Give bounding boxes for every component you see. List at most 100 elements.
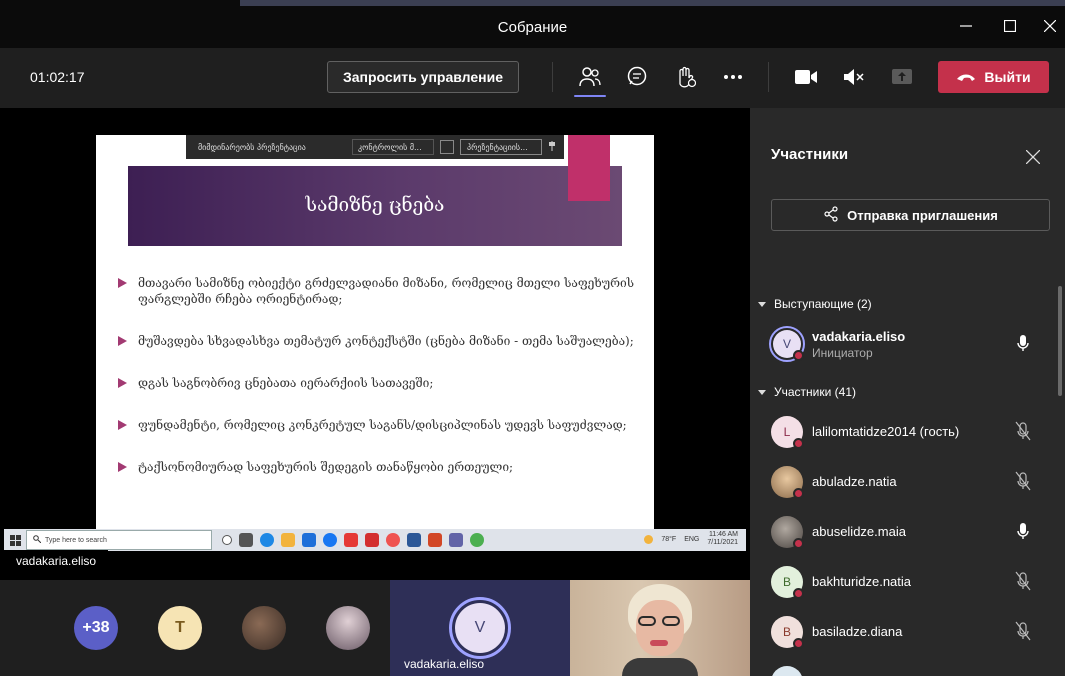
participants-icon[interactable] xyxy=(576,64,604,90)
bullet-item: დგას საგნობრივ ცნებათა იერარქიის სათავეშ… xyxy=(116,375,634,391)
reactions-icon[interactable] xyxy=(671,64,699,90)
slide-title: სამიზნე ცნება xyxy=(305,194,445,216)
taskbar-search: Type here to search xyxy=(26,530,212,550)
mic-muted-icon xyxy=(1015,621,1033,641)
hangup-icon xyxy=(956,69,976,85)
attendees-header-label: Участники (41) xyxy=(774,385,857,399)
participant-avatar-t: T xyxy=(158,606,202,650)
teams-icon xyxy=(449,533,463,547)
attendees-section-header[interactable]: Участники (41) xyxy=(758,385,856,399)
control-select[interactable]: კონტროლის მ... xyxy=(352,139,434,155)
chrome-icon xyxy=(470,533,484,547)
youtube-icon xyxy=(344,533,358,547)
speaker-muted-icon[interactable] xyxy=(840,64,868,90)
active-speaker-avatar: V xyxy=(455,603,505,653)
panel-title: Участники xyxy=(771,146,849,163)
participant-name: abuselidze.maia xyxy=(812,524,906,539)
status-badge xyxy=(793,488,804,499)
share-invite-button[interactable]: Отправка приглашения xyxy=(771,199,1050,231)
store-icon xyxy=(302,533,316,547)
stop-presenting-button[interactable]: პრეზენტაციის... xyxy=(460,139,542,155)
maximize-icon[interactable] xyxy=(998,14,1022,38)
task-view-icon xyxy=(239,533,253,547)
remote-taskbar: Type here to search 78°F ENG 11:46 AM 7/… xyxy=(4,529,746,551)
participant-role: Инициатор xyxy=(812,346,873,360)
active-speaker-name: vadakaria.eliso xyxy=(404,657,485,671)
pin-icon[interactable] xyxy=(548,141,556,153)
more-actions-icon[interactable] xyxy=(719,64,747,90)
bullet-item: მუშავდება სხვადასხვა თემატურ კონტექსტში … xyxy=(116,333,634,349)
participant-row[interactable]: abuselidze.maia xyxy=(750,508,1065,556)
close-window-icon[interactable] xyxy=(1038,14,1062,38)
presenter-name-tag: vadakaria.eliso xyxy=(4,550,109,574)
toolbar-divider xyxy=(552,62,553,92)
search-icon xyxy=(33,535,42,545)
slide-bullets: მთავარი სამიზნე ობიექტი გრძელვადიანი მიზ… xyxy=(116,275,634,475)
participant-row[interactable]: B bakhturidze.natia xyxy=(750,558,1065,606)
title-bar: Собрание xyxy=(0,0,1065,48)
tray-time: 11:46 AM xyxy=(708,531,738,538)
participant-photo-avatar xyxy=(326,606,370,650)
weather-temp: 78°F xyxy=(661,535,677,543)
taskbar-apps xyxy=(222,533,484,547)
facebook-icon xyxy=(323,533,337,547)
status-badge xyxy=(793,638,804,649)
share-icon xyxy=(823,205,839,225)
bullet-item: მთავარი სამიზნე ობიექტი გრძელვადიანი მიზ… xyxy=(116,275,634,307)
status-badge xyxy=(793,588,804,599)
chevron-down-icon xyxy=(758,297,766,311)
share-screen-icon[interactable] xyxy=(888,64,916,90)
mic-muted-icon xyxy=(1015,571,1033,591)
explorer-icon xyxy=(281,533,295,547)
slide-title-banner: სამიზნე ცნება xyxy=(128,166,622,246)
active-speaker-tile: V vadakaria.eliso xyxy=(390,580,570,676)
chat-icon[interactable] xyxy=(623,64,651,90)
opera-icon xyxy=(386,533,400,547)
participant-avatar xyxy=(771,666,803,676)
participant-name: bakhturidze.natia xyxy=(812,574,912,589)
panel-scrollbar[interactable] xyxy=(1058,286,1062,396)
shared-screen-stage: მიმდინარეობს პრეზენტაცია კონტროლის მ... … xyxy=(0,108,750,580)
participant-name: basiladze.diana xyxy=(812,624,903,639)
close-panel-icon[interactable] xyxy=(1024,148,1042,166)
participants-panel: Участники Отправка приглашения Выступающ… xyxy=(750,108,1065,676)
mic-muted-icon xyxy=(1015,421,1033,441)
chevron-down-icon xyxy=(758,385,766,399)
leave-button[interactable]: Выйти xyxy=(938,61,1049,93)
toolbar-divider xyxy=(768,62,769,92)
slide-accent-block xyxy=(568,135,610,201)
word-icon xyxy=(407,533,421,547)
invite-label: Отправка приглашения xyxy=(847,207,998,223)
cortana-icon xyxy=(222,535,232,545)
presenters-header-label: Выступающие (2) xyxy=(774,297,872,311)
more-participants-badge[interactable]: +38 xyxy=(74,606,118,650)
presenters-section-header[interactable]: Выступающие (2) xyxy=(758,297,872,311)
participant-row[interactable] xyxy=(750,658,1065,676)
participant-row[interactable]: V vadakaria.eliso Инициатор xyxy=(750,320,1065,368)
person-video-image xyxy=(622,584,698,676)
participant-row[interactable]: B basiladze.diana xyxy=(750,608,1065,656)
windows-icon xyxy=(4,529,26,551)
presenting-toolbar: მიმდინარეობს პრეზენტაცია კონტროლის მ... … xyxy=(186,135,564,159)
app-icon xyxy=(365,533,379,547)
camera-icon[interactable] xyxy=(792,64,820,90)
participant-row[interactable]: abuladze.natia xyxy=(750,458,1065,506)
screen-share-icon[interactable] xyxy=(440,140,454,154)
status-badge xyxy=(793,538,804,549)
minimize-icon[interactable] xyxy=(954,14,978,38)
participant-name: abuladze.natia xyxy=(812,474,897,489)
mic-muted-icon xyxy=(1015,471,1033,491)
powerpoint-icon xyxy=(428,533,442,547)
active-tab-indicator xyxy=(574,95,606,97)
camera-video-tile xyxy=(570,580,750,676)
participant-row[interactable]: L lalilomtatidze2014 (гость) xyxy=(750,408,1065,456)
weather-icon xyxy=(644,534,654,544)
request-control-button[interactable]: Запросить управление xyxy=(327,61,519,93)
bullet-item: ფუნდამენტი, რომელიც კონკრეტულ საგანს/დის… xyxy=(116,417,634,433)
meeting-timer: 01:02:17 xyxy=(30,69,85,85)
taskbar-search-text: Type here to search xyxy=(45,536,107,544)
edge-icon xyxy=(260,533,274,547)
mic-icon xyxy=(1015,333,1033,353)
participant-name: lalilomtatidze2014 (гость) xyxy=(812,424,960,439)
system-tray: 78°F ENG 11:46 AM 7/11/2021 xyxy=(644,531,738,547)
